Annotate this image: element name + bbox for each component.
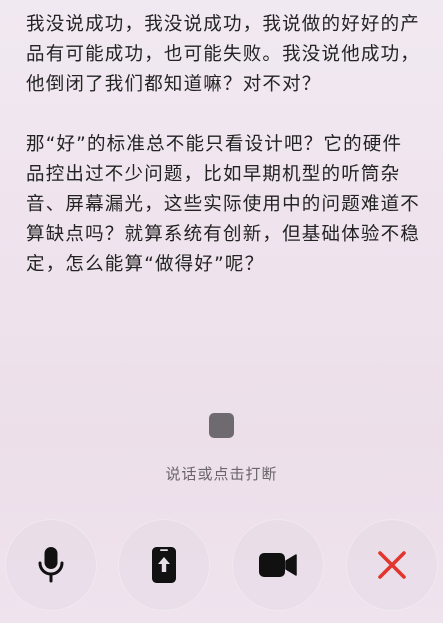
close-icon	[378, 551, 406, 579]
transcript-paragraph: 我没说成功，我没说成功，我说做的好好的产品有可能成功，也可能失败。我没说他成功，…	[26, 14, 421, 95]
interrupt-hint: 说话或点击打断	[165, 465, 278, 483]
share-screen-icon	[152, 547, 176, 583]
share-screen-button[interactable]	[118, 519, 210, 611]
transcript: 我没说成功，我没说成功，我说做的好好的产品有可能成功，也可能失败。我没说他成功，…	[26, 10, 420, 280]
end-call-button[interactable]	[346, 519, 438, 611]
transcript-paragraph: 那“好”的标准总不能只看设计吧？它的硬件品控出过不少问题，比如早期机型的听筒杂音…	[26, 134, 421, 275]
video-camera-button[interactable]	[232, 519, 324, 611]
microphone-icon	[38, 547, 64, 583]
microphone-button[interactable]	[5, 519, 97, 611]
video-camera-icon	[259, 553, 297, 577]
stop-square-icon[interactable]	[209, 413, 234, 438]
call-controls	[0, 519, 443, 611]
